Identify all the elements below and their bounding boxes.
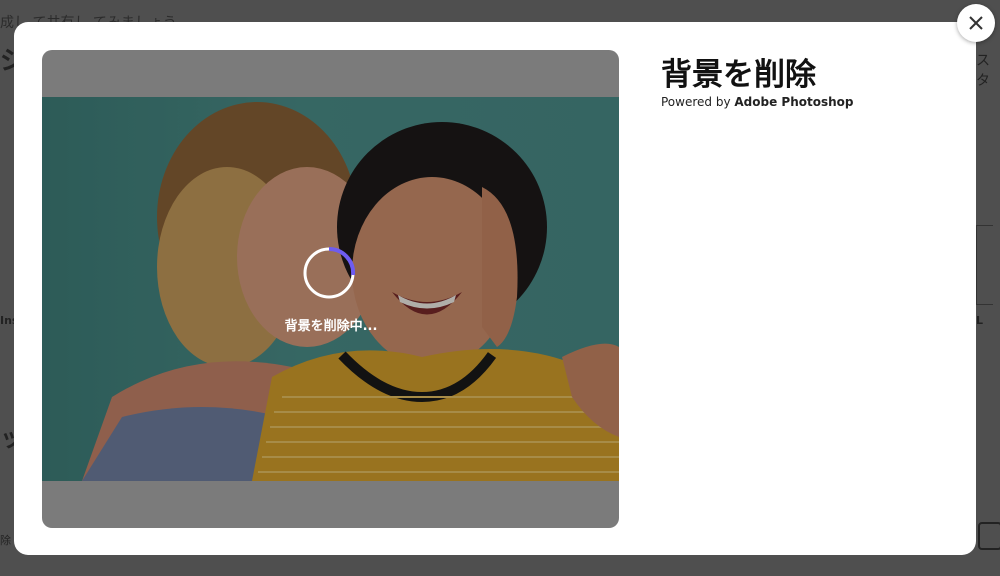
background-video-icon <box>978 522 1000 550</box>
loading-status-text: 背景を削除中... <box>284 319 378 334</box>
background-right-button: スタ <box>976 53 990 89</box>
image-preview: 背景を削除中... <box>42 50 619 528</box>
dialog-title: 背景を削除 <box>661 57 816 93</box>
background-right-label: L <box>976 314 984 327</box>
powered-by-brand: Adobe Photoshop <box>734 95 854 109</box>
background-left-bottom-label: 除 <box>0 534 11 547</box>
powered-by-prefix: Powered by <box>661 95 735 109</box>
loading-spinner-icon <box>303 246 356 299</box>
close-button[interactable] <box>957 4 995 42</box>
close-icon <box>969 16 983 30</box>
background-right-thumbnail <box>976 225 993 305</box>
powered-by-text: Powered by Adobe Photoshop <box>661 95 853 109</box>
remove-background-dialog: 背景を削除中... 背景を削除 Powered by Adobe Photosh… <box>14 22 976 555</box>
